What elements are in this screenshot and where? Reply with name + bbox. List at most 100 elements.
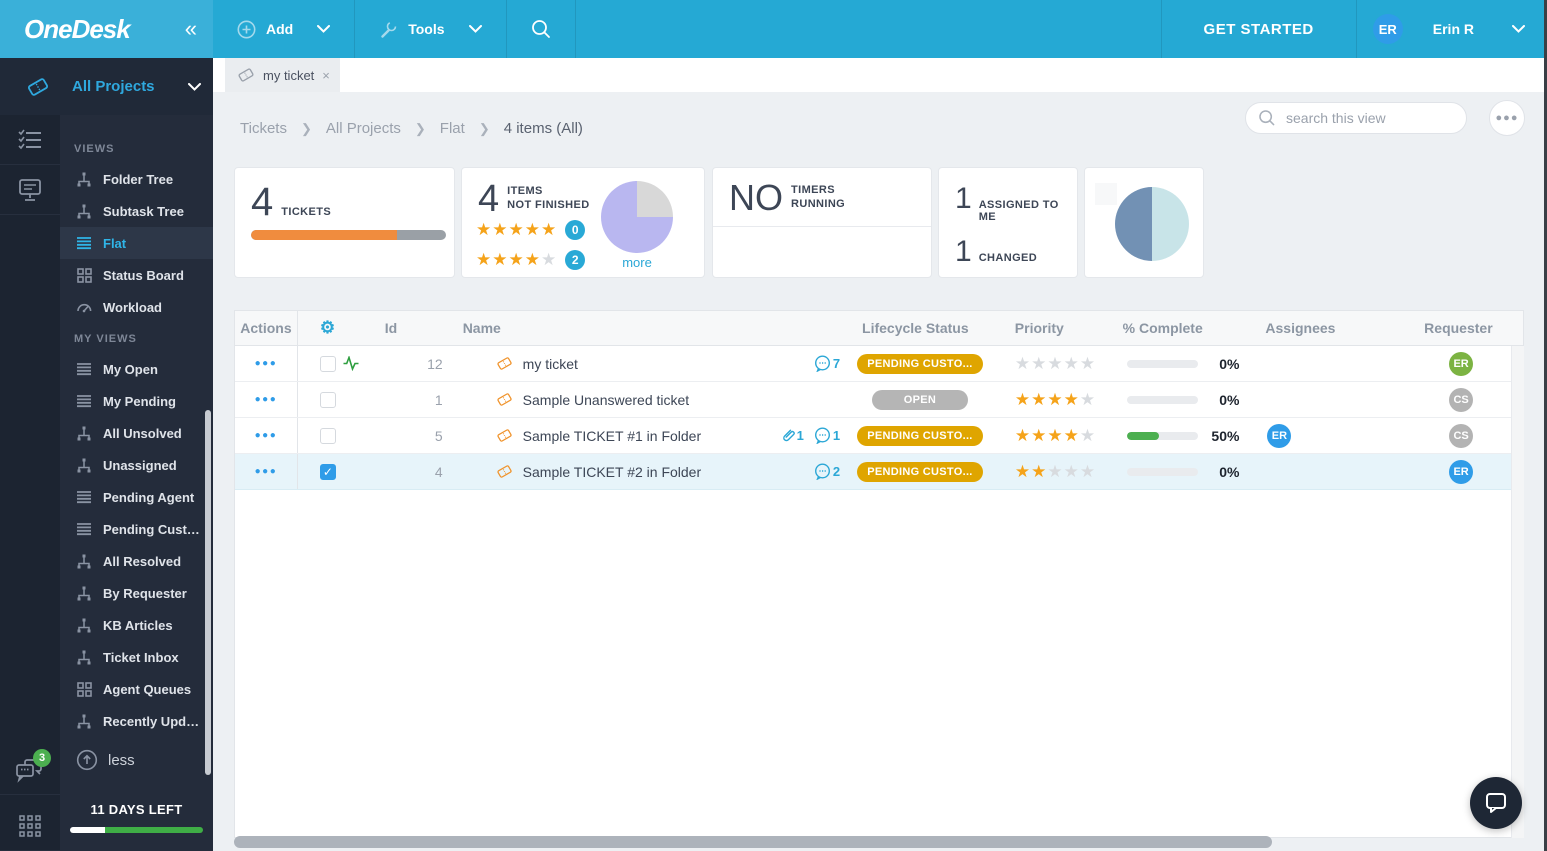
requester-cell[interactable]: CS — [1399, 423, 1523, 448]
row-actions-button[interactable]: ●●● — [255, 466, 278, 477]
sidebar-item-my-open[interactable]: My Open — [60, 353, 213, 385]
priority-stars[interactable]: ★★★★★ — [1015, 426, 1096, 445]
ticket-name[interactable]: Sample Unanswered ticket — [523, 392, 690, 408]
sidebar-item-flat[interactable]: Flat — [60, 227, 213, 259]
user-avatar[interactable]: CS — [1449, 423, 1474, 448]
sidebar-item-my-pending[interactable]: My Pending — [60, 385, 213, 417]
tickets-count: 4 — [251, 180, 274, 224]
horizontal-scrollbar[interactable] — [234, 836, 1272, 848]
sidebar-item-status-board[interactable]: Status Board — [60, 259, 213, 291]
sidebar-scrollbar[interactable] — [205, 410, 211, 775]
priority-stars[interactable]: ★★★★★ — [1015, 390, 1096, 409]
gear-icon[interactable]: ⚙ — [320, 318, 335, 338]
row-actions-button[interactable]: ●●● — [255, 358, 278, 369]
sidebar-item-by-requester[interactable]: By Requester — [60, 577, 213, 609]
user-menu[interactable]: ER Erin R — [1355, 0, 1547, 58]
table-row[interactable]: ●●● 12 my ticket 7 PENDING CUSTO... ★★★★… — [235, 346, 1523, 382]
rail-tasks-button[interactable] — [0, 115, 60, 165]
user-avatar[interactable]: CS — [1449, 387, 1474, 412]
header-name[interactable]: Name — [451, 320, 850, 336]
requester-cell[interactable]: ER — [1399, 351, 1523, 376]
row-actions-button[interactable]: ●●● — [255, 394, 278, 405]
header-assignees[interactable]: Assignees — [1249, 320, 1399, 336]
chat-launcher-button[interactable] — [1470, 777, 1522, 829]
not-finished-card: 4 ITEMS NOT FINISHED ★★★★★ 0 ★★★★★ 2 more — [461, 167, 705, 278]
breadcrumb-link[interactable]: Tickets — [240, 120, 287, 137]
comments-indicator[interactable]: 2 — [814, 463, 840, 480]
chevron-down-icon — [468, 25, 482, 33]
collapse-sidebar-button[interactable]: « — [185, 16, 197, 42]
header-complete[interactable]: % Complete — [1115, 320, 1250, 336]
table-row[interactable]: ●●● ✓ 4 Sample TICKET #2 in Folder 2 PEN… — [235, 454, 1523, 490]
timers-card: NO TIMERS RUNNING — [712, 167, 932, 278]
add-menu-button[interactable]: Add — [213, 0, 356, 58]
rail-board-button[interactable] — [0, 165, 60, 215]
sidebar-item-recently-upd-[interactable]: Recently Upd… — [60, 705, 213, 737]
top-bar: OneDesk « Add Tools GET STARTED ER Erin … — [0, 0, 1547, 58]
header-lifecycle-status[interactable]: Lifecycle Status — [850, 320, 990, 336]
activity-pulse-icon — [343, 356, 359, 371]
close-tab-icon[interactable]: × — [322, 68, 330, 83]
flat-icon — [74, 394, 94, 408]
ticket-name[interactable]: my ticket — [523, 356, 578, 372]
ticket-icon — [496, 463, 513, 480]
priority-stars[interactable]: ★★★★★ — [1015, 354, 1096, 373]
view-search-input[interactable] — [1286, 110, 1446, 126]
ticket-name[interactable]: Sample TICKET #2 in Folder — [523, 464, 701, 480]
ticket-name[interactable]: Sample TICKET #1 in Folder — [523, 428, 701, 444]
sidebar-item-all-resolved[interactable]: All Resolved — [60, 545, 213, 577]
user-avatar[interactable]: ER — [1372, 14, 1403, 44]
show-less-button[interactable]: less — [60, 749, 213, 771]
chat-bubble-icon — [1483, 790, 1509, 816]
distribution-card — [1084, 167, 1204, 278]
user-avatar[interactable]: ER — [1449, 459, 1474, 484]
comments-indicator[interactable]: 1 — [814, 427, 840, 444]
header-priority[interactable]: Priority — [990, 320, 1115, 336]
rail-messenger-button[interactable]: 3 — [0, 745, 60, 795]
global-search-button[interactable] — [507, 0, 576, 58]
sidebar-item-pending-agent[interactable]: Pending Agent — [60, 481, 213, 513]
sidebar-item-kb-articles[interactable]: KB Articles — [60, 609, 213, 641]
breadcrumb-link[interactable]: All Projects — [326, 120, 401, 137]
row-checkbox[interactable] — [319, 427, 336, 444]
tools-menu-button[interactable]: Tools — [355, 0, 507, 58]
sidebar-item-label: KB Articles — [103, 617, 173, 633]
flat-icon — [74, 490, 94, 504]
ticket-icon — [496, 427, 513, 444]
rail-apps-button[interactable] — [0, 801, 60, 851]
row-checkbox[interactable] — [319, 355, 336, 372]
user-avatar[interactable]: ER — [1449, 351, 1474, 376]
sidebar-item-workload[interactable]: Workload — [60, 291, 213, 323]
tab-my-ticket[interactable]: my ticket × — [225, 58, 340, 92]
row-checkbox[interactable]: ✓ — [319, 463, 336, 480]
view-options-button[interactable]: ●●● — [1489, 100, 1525, 136]
sidebar-item-subtask-tree[interactable]: Subtask Tree — [60, 195, 213, 227]
sidebar-item-label: Ticket Inbox — [103, 649, 179, 665]
assignees-cell[interactable]: ER — [1249, 423, 1399, 448]
sidebar-item-all-unsolved[interactable]: All Unsolved — [60, 417, 213, 449]
sidebar-item-unassigned[interactable]: Unassigned — [60, 449, 213, 481]
priority-stars[interactable]: ★★★★★ — [1015, 462, 1096, 481]
get-started-button[interactable]: GET STARTED — [1160, 0, 1356, 58]
row-checkbox[interactable] — [319, 391, 336, 408]
requester-cell[interactable]: ER — [1399, 459, 1523, 484]
view-search[interactable] — [1245, 102, 1467, 134]
attachments-indicator[interactable]: 1 — [781, 428, 804, 443]
more-link[interactable]: more — [601, 255, 673, 270]
table-row[interactable]: ●●● 5 Sample TICKET #1 in Folder 1 1 PEN… — [235, 418, 1523, 454]
breadcrumb-link[interactable]: Flat — [440, 120, 465, 137]
sidebar-item-folder-tree[interactable]: Folder Tree — [60, 163, 213, 195]
row-actions-button[interactable]: ●●● — [255, 430, 278, 441]
sidebar: All Projects 3 VIEWS Folder Tree Subtask… — [0, 58, 213, 851]
sidebar-item-ticket-inbox[interactable]: Ticket Inbox — [60, 641, 213, 673]
sidebar-item-agent-queues[interactable]: Agent Queues — [60, 673, 213, 705]
table-row[interactable]: ●●● 1 Sample Unanswered ticket OPEN ★★★★… — [235, 382, 1523, 418]
project-selector[interactable]: All Projects — [0, 58, 213, 115]
header-id[interactable]: Id — [371, 320, 451, 336]
sidebar-item-pending-cust-[interactable]: Pending Cust… — [60, 513, 213, 545]
sidebar-item-label: Status Board — [103, 267, 184, 283]
requester-cell[interactable]: CS — [1399, 387, 1523, 412]
user-avatar[interactable]: ER — [1267, 423, 1292, 448]
header-requester[interactable]: Requester — [1399, 320, 1523, 336]
comments-indicator[interactable]: 7 — [814, 355, 840, 372]
